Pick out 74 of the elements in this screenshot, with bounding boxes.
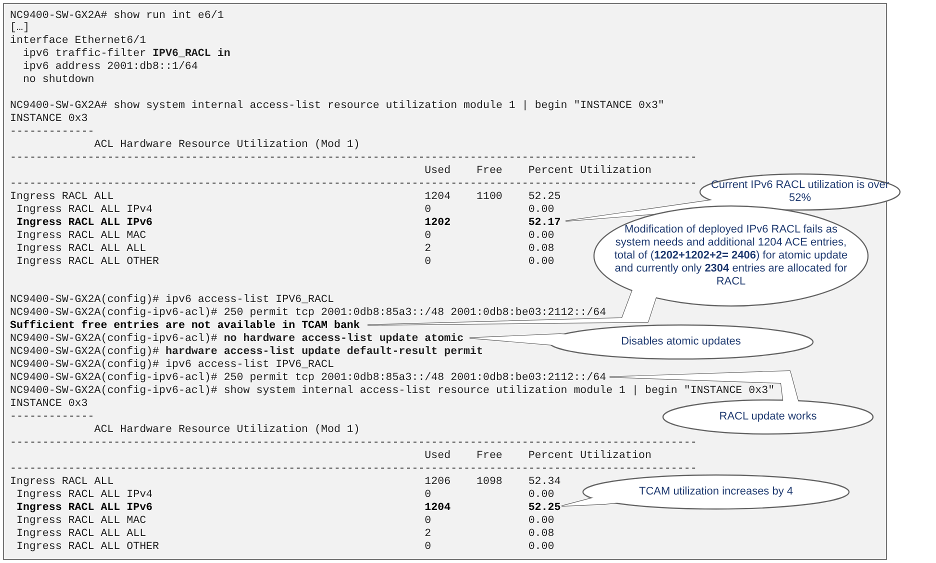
- table-cell: 0: [424, 204, 432, 216]
- terminal-line: NC9400-SW-GX2A(config)# ipv6 access-list IPV6_RACL: [10, 294, 334, 307]
- terminal-line: NC9400-SW-GX2A# show run int e6/1: [10, 10, 224, 22]
- terminal-line: NC9400-SW-GX2A(config-ipv6-acl)# 250 permit tcp 2001:0db8:85a3::/48 2001:0db8:be03:2112::/64: [10, 307, 606, 320]
- table-cell: Ingress RACL ALL IPv4: [16, 488, 153, 501]
- table-cell: 52.34: [528, 476, 561, 488]
- dashed-separator: -------------: [10, 411, 94, 424]
- table-cell: Ingress RACL ALL IPv6: [16, 502, 153, 514]
- table-cell: 0: [424, 230, 432, 242]
- table-cell: 0: [424, 540, 432, 553]
- table-title: ACL Hardware Resource Utilization (Mod 1): [94, 139, 360, 152]
- table-cell: 1204: [424, 502, 451, 514]
- terminal-line: NC9400-SW-GX2A(config)# ipv6 access-list IPV6_RACL: [10, 359, 334, 372]
- terminal-line: interface Ethernet6/1: [10, 35, 146, 48]
- table-cell: Ingress RACL ALL OTHER: [16, 540, 160, 553]
- dashed-separator: -------------: [10, 126, 94, 140]
- table-cell: 0: [424, 256, 432, 268]
- terminal-line: NC9400-SW-GX2A(config-ipv6-acl)# no hardware access-list update atomic: [10, 333, 464, 346]
- column-header: Percent Utilization: [528, 164, 652, 177]
- column-header: Used: [424, 164, 451, 177]
- table-cell: 2: [424, 528, 432, 540]
- table-cell: 1098: [476, 476, 502, 488]
- table-title: ACL Hardware Resource Utilization (Mod 1): [94, 424, 360, 437]
- terminal-line: NC9400-SW-GX2A(config-ipv6-acl)# show system internal access-list resource utilization module 1 | begin "INSTANCE 0x3": [10, 385, 775, 398]
- terminal-line: no shutdown: [22, 74, 94, 88]
- terminal-line: INSTANCE 0x3: [10, 398, 88, 411]
- table-cell: 0.00: [528, 514, 554, 527]
- callout-text: RACL update works: [718, 410, 818, 424]
- table-cell: 0.00: [528, 488, 554, 501]
- table-cell: 1100: [476, 190, 502, 203]
- table-cell: Ingress RACL ALL: [10, 476, 114, 488]
- table-cell: Ingress RACL ALL: [10, 190, 114, 203]
- terminal-line: ipv6 address 2001:db8::1/64: [22, 61, 198, 74]
- table-cell: Ingress RACL ALL IPv6: [16, 216, 153, 229]
- table-cell: 0: [424, 514, 432, 527]
- table-cell: Ingress RACL ALL ALL: [16, 242, 146, 255]
- column-header: Percent Utilization: [528, 450, 652, 462]
- table-cell: 2: [424, 242, 432, 255]
- table-cell: 1206: [424, 476, 451, 488]
- callout-text: Modification of deployed IPv6 RACL fails as system needs and additional 1204 ACE entries, total of (1202+1202+2= 2406) for atomic update and currently only 2304 entries are allocated for RACL: [613, 224, 849, 288]
- dashed-separator: ----------------------------------------------------------------------------------------------------------: [10, 462, 697, 476]
- table-cell: Ingress RACL ALL OTHER: [16, 256, 160, 268]
- table-cell: 0.08: [528, 528, 554, 540]
- table-cell: Ingress RACL ALL MAC: [16, 230, 146, 242]
- terminal-line: INSTANCE 0x3: [10, 113, 88, 126]
- table-cell: Ingress RACL ALL MAC: [16, 514, 146, 527]
- terminal-line: Sufficient free entries are not available in TCAM bank: [10, 320, 360, 333]
- table-cell: 52.25: [528, 190, 561, 203]
- terminal-line: […]: [10, 22, 30, 35]
- table-cell: 1202: [424, 216, 451, 229]
- table-cell: 0.00: [528, 230, 554, 242]
- callout-text: Disables atomic updates: [620, 336, 742, 348]
- dashed-separator: ----------------------------------------------------------------------------------------------------------: [10, 152, 697, 165]
- table-cell: 1204: [424, 190, 451, 203]
- table-cell: 52.25: [528, 502, 561, 514]
- terminal-line: ipv6 traffic-filter IPV6_RACL in: [22, 48, 230, 61]
- terminal-line: NC9400-SW-GX2A(config-ipv6-acl)# 250 permit tcp 2001:0db8:85a3::/48 2001:0db8:be03:2112::/64: [10, 372, 606, 385]
- column-header: Used: [424, 450, 451, 462]
- table-cell: Ingress RACL ALL IPv4: [16, 204, 153, 216]
- column-header: Free: [476, 450, 502, 462]
- dashed-separator: ----------------------------------------------------------------------------------------------------------: [10, 178, 697, 191]
- callout-text: Current IPv6 RACL utilization is over 52%: [710, 179, 890, 205]
- table-cell: 0.00: [528, 540, 554, 553]
- table-cell: 0: [424, 488, 432, 501]
- terminal-line: NC9400-SW-GX2A# show system internal access-list resource utilization module 1 | begin "INSTANCE 0x3": [10, 100, 664, 114]
- table-cell: 0.00: [528, 256, 554, 268]
- table-cell: Ingress RACL ALL ALL: [16, 528, 146, 540]
- column-header: Free: [476, 164, 502, 177]
- table-cell: 0.00: [528, 204, 554, 216]
- table-cell: 0.08: [528, 242, 554, 255]
- dashed-separator: ----------------------------------------------------------------------------------------------------------: [10, 436, 697, 450]
- table-cell: 52.17: [528, 216, 561, 229]
- terminal-line: NC9400-SW-GX2A(config)# hardware access-list update default-result permit: [10, 346, 483, 359]
- callout-text: TCAM utilization increases by 4: [638, 486, 794, 498]
